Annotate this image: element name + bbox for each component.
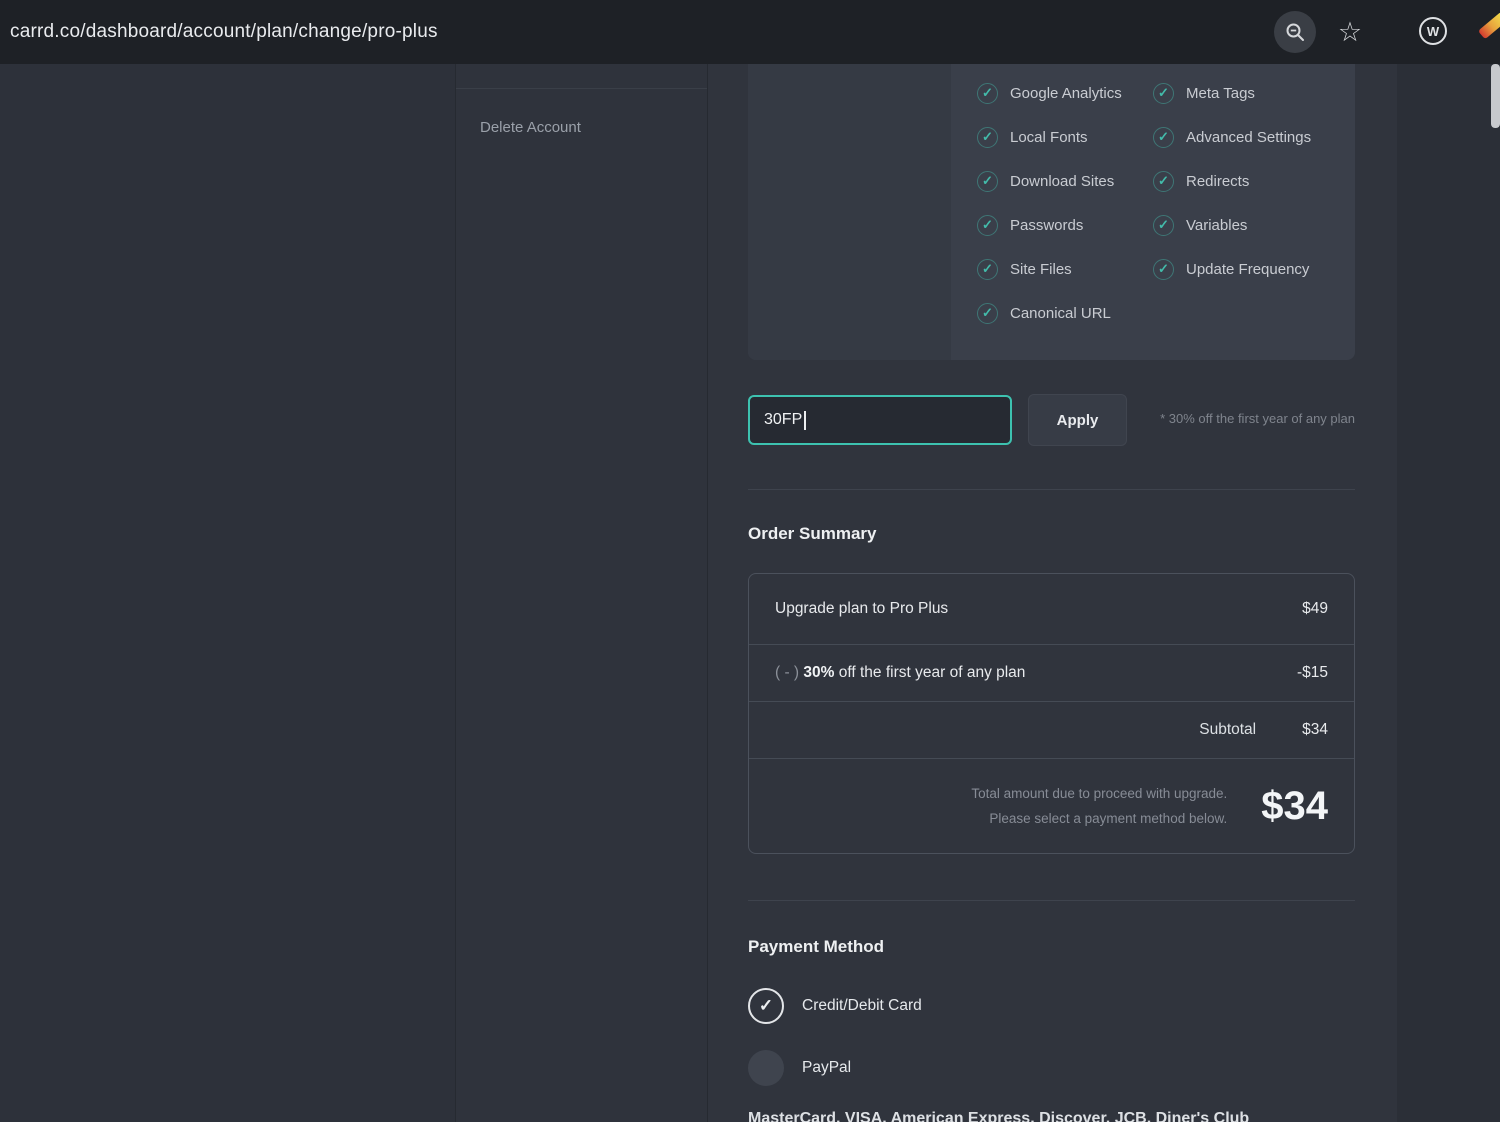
total-note-line1: Total amount due to proceed with upgrade… bbox=[971, 786, 1228, 801]
total-note: Total amount due to proceed with upgrade… bbox=[971, 781, 1227, 831]
payment-option-card[interactable]: ✓ Credit/Debit Card bbox=[748, 988, 922, 1024]
feature-item: ✓ Google Analytics bbox=[977, 82, 1122, 104]
colorzilla-extension-icon[interactable] bbox=[1477, 11, 1500, 40]
feature-label: Redirects bbox=[1186, 172, 1250, 190]
feature-label: Canonical URL bbox=[1010, 304, 1111, 322]
order-row-total: Total amount due to proceed with upgrade… bbox=[749, 759, 1354, 853]
order-row-label: Upgrade plan to Pro Plus bbox=[775, 600, 949, 617]
feature-label: Download Sites bbox=[1010, 172, 1115, 190]
discount-label: off the first year of any plan bbox=[834, 664, 1026, 681]
bookmark-star-icon[interactable]: ☆ bbox=[1334, 14, 1366, 50]
scrollbar-thumb[interactable] bbox=[1491, 64, 1500, 128]
subtotal-label: Subtotal bbox=[1199, 721, 1257, 738]
feature-item: ✓ Update Frequency bbox=[1153, 258, 1311, 280]
payment-option-label: PayPal bbox=[802, 1059, 852, 1076]
check-icon: ✓ bbox=[977, 126, 998, 148]
discount-remove-control[interactable]: ( - ) bbox=[775, 664, 803, 681]
browser-toolbar: carrd.co/dashboard/account/plan/change/p… bbox=[0, 0, 1500, 64]
check-icon: ✓ bbox=[977, 170, 998, 192]
order-row-discount: ( - ) 30% off the first year of any plan… bbox=[749, 645, 1354, 702]
radio-checked-icon[interactable]: ✓ bbox=[748, 988, 784, 1024]
order-summary-box: Upgrade plan to Pro Plus $49 ( - ) 30% o… bbox=[748, 573, 1355, 854]
feature-label: Local Fonts bbox=[1010, 128, 1088, 146]
right-margin bbox=[1397, 64, 1500, 1122]
subtotal-amount: $34 bbox=[1302, 721, 1328, 738]
text-caret bbox=[804, 410, 806, 430]
discount-text: ( - ) 30% off the first year of any plan bbox=[775, 664, 1025, 682]
check-icon: ✓ bbox=[977, 302, 998, 324]
total-note-line2: Please select a payment method below. bbox=[989, 811, 1228, 826]
check-icon: ✓ bbox=[977, 258, 998, 280]
check-icon: ✓ bbox=[1153, 170, 1174, 192]
total-amount: $34 bbox=[1261, 783, 1328, 828]
order-summary-title: Order Summary bbox=[748, 524, 877, 543]
feature-label: Passwords bbox=[1010, 216, 1084, 234]
feature-item: ✓ Site Files bbox=[977, 258, 1122, 280]
features-column-1: ✓ Google Analytics ✓ Local Fonts ✓ Downl… bbox=[977, 82, 1122, 324]
feature-item: ✓ Redirects bbox=[1153, 170, 1311, 192]
check-icon: ✓ bbox=[977, 82, 998, 104]
settings-nav-column: Delete Account bbox=[456, 64, 708, 1122]
discount-percent: 30% bbox=[803, 664, 835, 681]
order-row-amount: $49 bbox=[1302, 600, 1328, 617]
check-icon: ✓ bbox=[1153, 214, 1174, 236]
feature-item: ✓ Meta Tags bbox=[1153, 82, 1311, 104]
zoom-icon[interactable] bbox=[1274, 11, 1316, 53]
feature-item: ✓ Download Sites bbox=[977, 170, 1122, 192]
plan-features-panel: ✓ Google Analytics ✓ Local Fonts ✓ Downl… bbox=[748, 64, 1355, 360]
accepted-cards-line: MasterCard, VISA, American Express, Disc… bbox=[748, 1110, 1250, 1122]
w-extension-icon[interactable]: W bbox=[1419, 17, 1447, 45]
feature-item: ✓ Local Fonts bbox=[977, 126, 1122, 148]
address-bar[interactable]: carrd.co/dashboard/account/plan/change/p… bbox=[10, 0, 438, 64]
feature-item: ✓ Variables bbox=[1153, 214, 1311, 236]
payment-option-paypal[interactable]: PayPal bbox=[748, 1050, 851, 1086]
feature-label: Update Frequency bbox=[1186, 260, 1310, 278]
feature-label: Google Analytics bbox=[1010, 84, 1122, 102]
feature-item: ✓ Advanced Settings bbox=[1153, 126, 1311, 148]
feature-label: Advanced Settings bbox=[1186, 128, 1312, 146]
order-row-amount: -$15 bbox=[1296, 664, 1328, 681]
section-divider bbox=[748, 900, 1355, 901]
delete-account-link[interactable]: Delete Account bbox=[480, 119, 581, 136]
apply-button[interactable]: Apply bbox=[1028, 394, 1127, 446]
check-icon: ✓ bbox=[1153, 258, 1174, 280]
check-icon: ✓ bbox=[1153, 126, 1174, 148]
order-row-upgrade: Upgrade plan to Pro Plus $49 bbox=[749, 574, 1354, 645]
screen: carrd.co/dashboard/account/plan/change/p… bbox=[0, 0, 1500, 1122]
payment-option-label: Credit/Debit Card bbox=[802, 997, 922, 1014]
feature-item: ✓ Canonical URL bbox=[977, 302, 1122, 324]
plan-card-area bbox=[748, 64, 951, 360]
feature-item: ✓ Passwords bbox=[977, 214, 1122, 236]
features-column-2: ✓ Meta Tags ✓ Advanced Settings ✓ Redire… bbox=[1153, 82, 1311, 280]
promo-code-input[interactable]: 30FP bbox=[748, 395, 1012, 445]
left-empty-column bbox=[0, 64, 456, 1122]
payment-method-title: Payment Method bbox=[748, 937, 885, 956]
magnifier-glyph bbox=[1286, 23, 1304, 41]
promo-note: * 30% off the first year of any plan bbox=[1160, 411, 1355, 426]
order-row-subtotal: Subtotal $34 bbox=[749, 702, 1354, 759]
nav-divider bbox=[456, 88, 707, 89]
section-divider bbox=[748, 489, 1355, 490]
feature-label: Site Files bbox=[1010, 260, 1072, 278]
check-icon: ✓ bbox=[1153, 82, 1174, 104]
feature-label: Meta Tags bbox=[1186, 84, 1255, 102]
promo-code-value: 30FP bbox=[764, 411, 803, 428]
check-icon: ✓ bbox=[977, 214, 998, 236]
feature-label: Variables bbox=[1186, 216, 1248, 234]
radio-unchecked-icon[interactable] bbox=[748, 1050, 784, 1086]
